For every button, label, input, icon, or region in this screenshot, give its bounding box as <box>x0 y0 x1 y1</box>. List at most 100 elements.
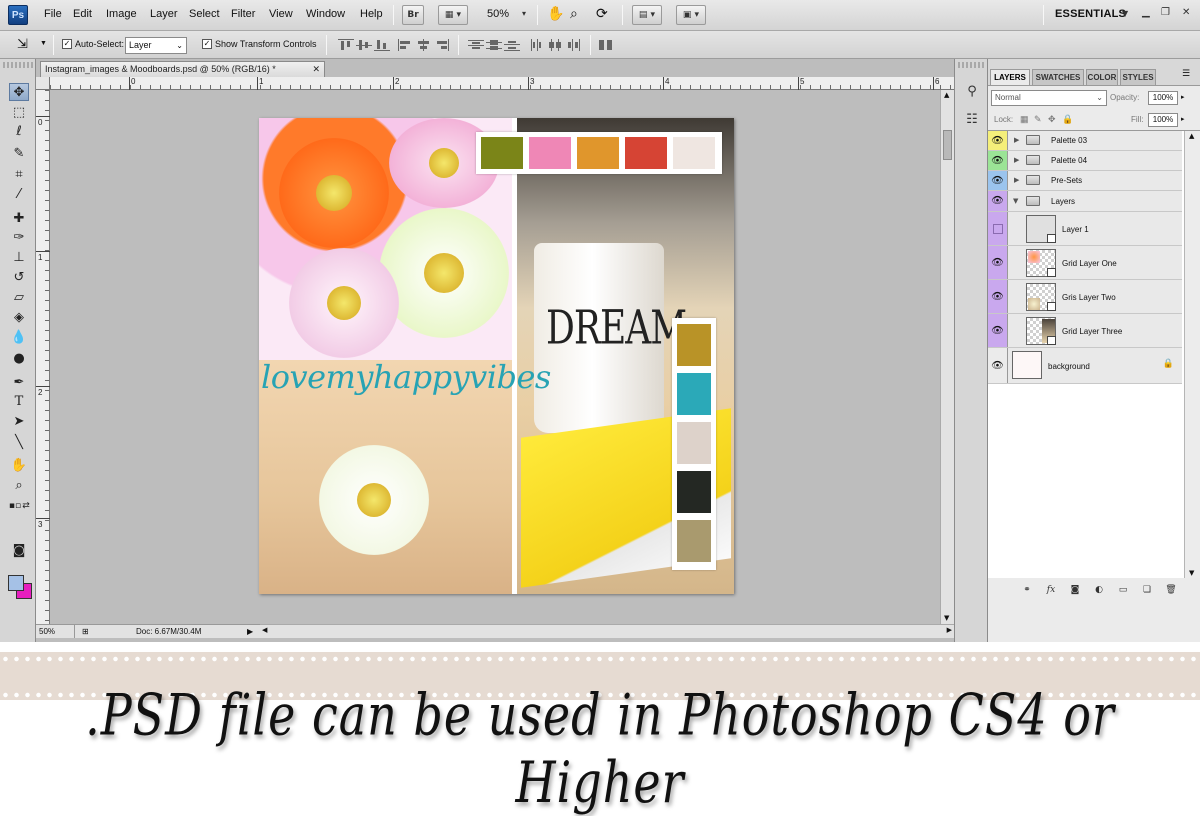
zoom-level[interactable]: 50% <box>487 8 509 20</box>
menu-image[interactable]: Image <box>106 8 137 20</box>
scroll-right-icon[interactable]: ▶ <box>947 626 952 634</box>
document-canvas[interactable]: DREAM lovemyhappyvibes <box>259 118 734 594</box>
view-extras-button[interactable]: ▦ ▾ <box>438 5 468 25</box>
minimize-icon[interactable]: ▁ <box>1142 7 1150 18</box>
expand-arrow-icon[interactable]: ▶ <box>1014 156 1019 164</box>
brush-tool-icon[interactable]: ✑ <box>9 229 29 247</box>
auto-align-layers-icon[interactable] <box>598 39 614 51</box>
tool-preset-dropdown-icon[interactable]: ▼ <box>40 40 47 47</box>
add-mask-icon[interactable]: ◙ <box>1068 584 1082 596</box>
align-top-icon[interactable] <box>338 39 354 51</box>
blur-tool-icon[interactable]: 💧 <box>9 329 29 347</box>
opacity-arrow-icon[interactable]: ▸ <box>1181 93 1185 101</box>
auto-select-dropdown[interactable]: Layer ⌄ <box>125 37 187 54</box>
visibility-toggle[interactable]: 👁 <box>988 191 1008 211</box>
align-left-icon[interactable] <box>398 39 414 51</box>
new-layer-icon[interactable]: ❏ <box>1140 584 1154 596</box>
delete-layer-icon[interactable]: 🗑 <box>1164 584 1178 596</box>
close-icon[interactable]: ✕ <box>1182 7 1190 18</box>
distribute-bottom-icon[interactable] <box>504 39 520 51</box>
workspace-switcher[interactable]: ESSENTIALS <box>1055 8 1126 20</box>
layer-row-grid-layer-three[interactable]: 👁 Grid Layer Three <box>988 314 1182 348</box>
expand-arrow-icon[interactable]: ▶ <box>1014 176 1019 184</box>
clone-stamp-tool-icon[interactable]: ⊥ <box>9 249 29 267</box>
zoom-dropdown-icon[interactable]: ▾ <box>522 9 526 18</box>
fill-arrow-icon[interactable]: ▸ <box>1181 115 1185 123</box>
menu-layer[interactable]: Layer <box>150 8 178 20</box>
scroll-left-icon[interactable]: ◀ <box>262 626 267 634</box>
scroll-thumb[interactable] <box>943 130 952 160</box>
healing-brush-tool-icon[interactable]: ✚ <box>9 210 29 228</box>
actions-panel-icon[interactable]: ☷ <box>963 111 981 129</box>
menu-help[interactable]: Help <box>360 8 383 20</box>
history-brush-tool-icon[interactable]: ↺ <box>9 269 29 287</box>
blend-mode-select[interactable]: Normal ⌄ <box>991 90 1107 106</box>
lock-all-icon[interactable]: 🔒 <box>1062 114 1073 125</box>
screen-mode-button[interactable]: ▣ ▾ <box>676 5 706 25</box>
layer-row-layer-1[interactable]: Layer 1 <box>988 212 1182 246</box>
layer-row-background[interactable]: 👁 background 🔒 <box>988 348 1182 384</box>
horizontal-ruler[interactable] <box>50 77 954 90</box>
move-tool-preset-icon[interactable]: ⇲ <box>17 36 28 52</box>
swap-colors-icon[interactable]: ⇄ <box>16 497 36 515</box>
zoom-icon[interactable]: ⌕ <box>570 5 578 22</box>
panel-grip[interactable] <box>958 62 984 68</box>
status-menu-icon[interactable]: ▶ <box>247 625 253 638</box>
paint-bucket-tool-icon[interactable]: ◈ <box>9 309 29 327</box>
layer-row-gris-layer-two[interactable]: 👁 Gris Layer Two <box>988 280 1182 314</box>
foreground-color-swatch[interactable] <box>8 575 24 591</box>
layer-style-icon[interactable]: fx <box>1044 584 1058 596</box>
opacity-input[interactable]: 100% <box>1148 91 1178 105</box>
visibility-toggle[interactable]: 👁 <box>988 314 1008 347</box>
crop-tool-icon[interactable]: ⌗ <box>9 166 29 184</box>
align-right-icon[interactable] <box>434 39 450 51</box>
quick-mask-icon[interactable]: ◙ <box>9 542 29 560</box>
hand-tool-icon[interactable]: ✋ <box>9 457 29 475</box>
tab-color[interactable]: COLOR <box>1086 69 1118 85</box>
visibility-toggle[interactable]: 👁 <box>988 348 1008 383</box>
type-tool-icon[interactable]: T <box>9 393 29 411</box>
visibility-toggle[interactable] <box>988 212 1008 245</box>
hand-icon[interactable]: ✋ <box>547 5 564 22</box>
move-tool-icon[interactable]: ✥ <box>9 83 29 101</box>
menu-select[interactable]: Select <box>189 8 220 20</box>
pen-tool-icon[interactable]: ✒ <box>9 374 29 392</box>
panel-menu-icon[interactable]: ☰ <box>1182 69 1190 79</box>
align-hcenter-icon[interactable] <box>416 39 432 51</box>
vertical-scrollbar[interactable]: ▲ ▼ <box>940 90 954 624</box>
new-group-icon[interactable]: ▭ <box>1116 584 1130 596</box>
visibility-toggle[interactable]: 👁 <box>988 246 1008 279</box>
quick-select-tool-icon[interactable]: ✎ <box>9 145 29 163</box>
distribute-hcenter-icon[interactable] <box>548 39 564 51</box>
horizontal-scrollbar[interactable]: ◀ ▶ <box>260 624 954 638</box>
menu-file[interactable]: File <box>44 8 62 20</box>
menu-window[interactable]: Window <box>306 8 345 20</box>
document-tab[interactable]: Instagram_images & Moodboards.psd @ 50% … <box>40 61 325 77</box>
status-zoom[interactable]: 50% <box>39 625 75 638</box>
visibility-toggle[interactable]: 👁 <box>988 171 1008 190</box>
auto-select-checkbox[interactable]: ✓ <box>62 39 72 49</box>
bridge-button[interactable]: Br <box>402 5 424 25</box>
align-bottom-icon[interactable] <box>374 39 390 51</box>
tab-swatches[interactable]: SWATCHES <box>1032 69 1084 85</box>
close-document-icon[interactable]: ✕ <box>312 62 320 77</box>
show-transform-checkbox[interactable]: ✓ <box>202 39 212 49</box>
path-select-tool-icon[interactable]: ➤ <box>9 413 29 431</box>
lock-transparency-icon[interactable]: ▦ <box>1020 114 1029 125</box>
lock-position-icon[interactable]: ✥ <box>1048 114 1056 125</box>
history-panel-icon[interactable]: ⚲ <box>963 83 981 101</box>
layer-row-grid-layer-one[interactable]: 👁 Grid Layer One <box>988 246 1182 280</box>
scroll-down-icon[interactable]: ▼ <box>1189 569 1194 577</box>
dodge-tool-icon[interactable]: ● <box>9 350 29 368</box>
panel-grip[interactable] <box>3 62 33 68</box>
menu-edit[interactable]: Edit <box>73 8 92 20</box>
marquee-tool-icon[interactable]: ⬚ <box>9 104 29 122</box>
ruler-origin[interactable] <box>36 77 50 90</box>
workspace-dropdown-icon[interactable]: ▼ <box>1122 9 1128 18</box>
layer-row-pre-sets[interactable]: 👁 ▶ Pre-Sets <box>988 171 1182 191</box>
status-icon[interactable]: ⊞ <box>82 625 89 638</box>
scroll-up-icon[interactable]: ▲ <box>1189 132 1194 140</box>
layer-row-palette-04[interactable]: 👁 ▶ Palette 04 <box>988 151 1182 171</box>
visibility-toggle[interactable]: 👁 <box>988 151 1008 170</box>
scroll-up-icon[interactable]: ▲ <box>944 91 949 99</box>
